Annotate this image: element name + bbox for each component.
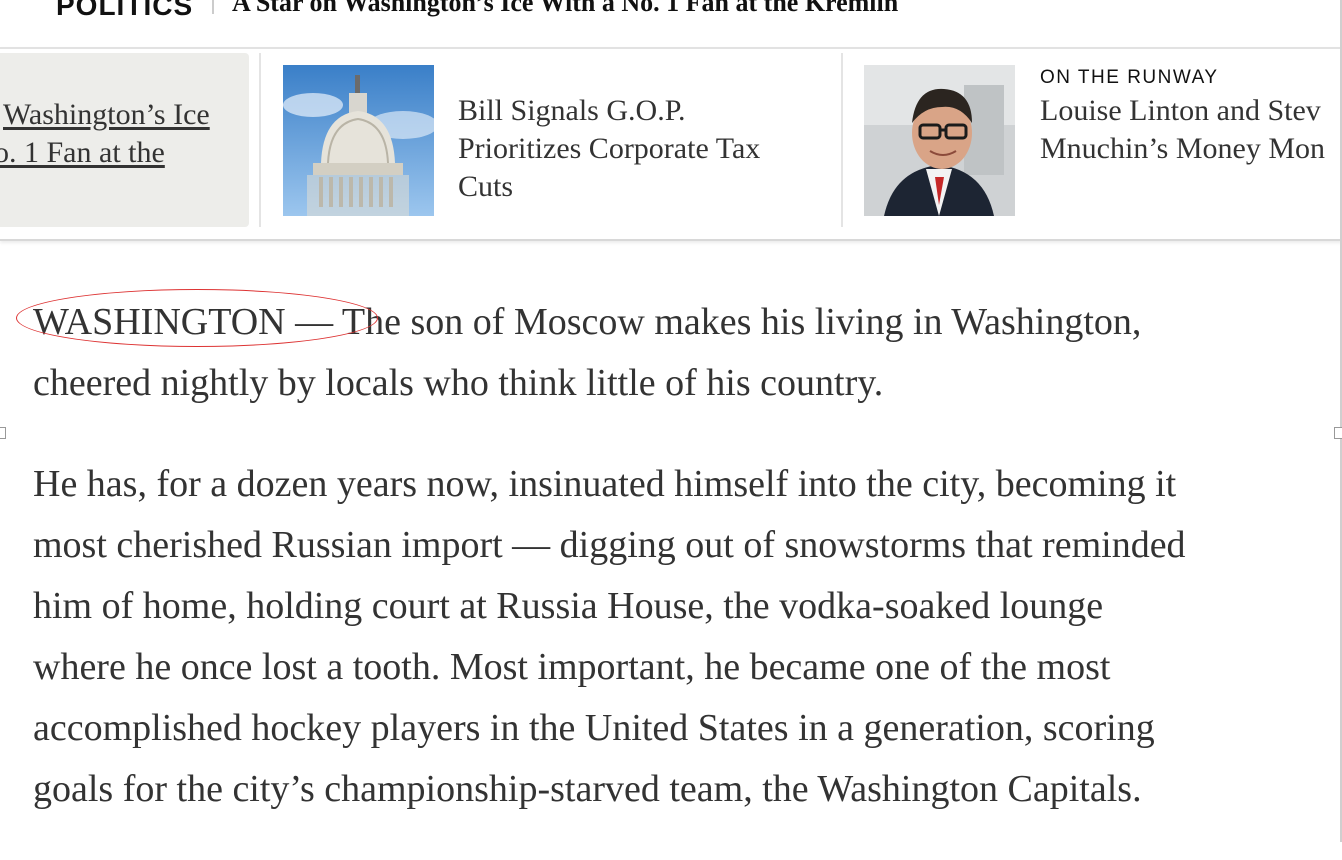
man-in-suit-image[interactable] bbox=[864, 65, 1015, 216]
divider bbox=[212, 0, 214, 14]
selection-handle[interactable] bbox=[0, 427, 6, 439]
capitol-dome-image[interactable] bbox=[283, 65, 434, 216]
article-paragraph: WASHINGTON — The son of Moscow makes his… bbox=[33, 301, 1142, 404]
article-body: WASHINGTON — The son of Moscow makes his… bbox=[33, 292, 1342, 860]
story-kicker: ON THE RUNWAY bbox=[1040, 67, 1219, 88]
top-bar-headline: A Star on Washington’s Ice With a No. 1 … bbox=[232, 0, 899, 17]
story-card-title[interactable]: Bill Signals G.O.P. Prioritizes Corporat… bbox=[458, 92, 760, 206]
related-stories-rail: Washington’s Ice o. 1 Fan at the Bill Si… bbox=[0, 47, 1342, 241]
section-label[interactable]: POLITICS bbox=[56, 0, 193, 22]
article-top-bar: POLITICS A Star on Washington’s Ice With… bbox=[0, 0, 1342, 21]
story-card-title[interactable]: Washington’s Ice o. 1 Fan at the bbox=[0, 96, 256, 172]
article-paragraph: He has, for a dozen years now, insinuate… bbox=[33, 463, 1186, 810]
story-card-title[interactable]: Louise Linton and Stev Mnuchin’s Money M… bbox=[1040, 92, 1325, 168]
card-divider bbox=[841, 53, 843, 227]
card-divider bbox=[259, 53, 261, 227]
story-card-current[interactable]: Washington’s Ice o. 1 Fan at the bbox=[0, 53, 249, 227]
